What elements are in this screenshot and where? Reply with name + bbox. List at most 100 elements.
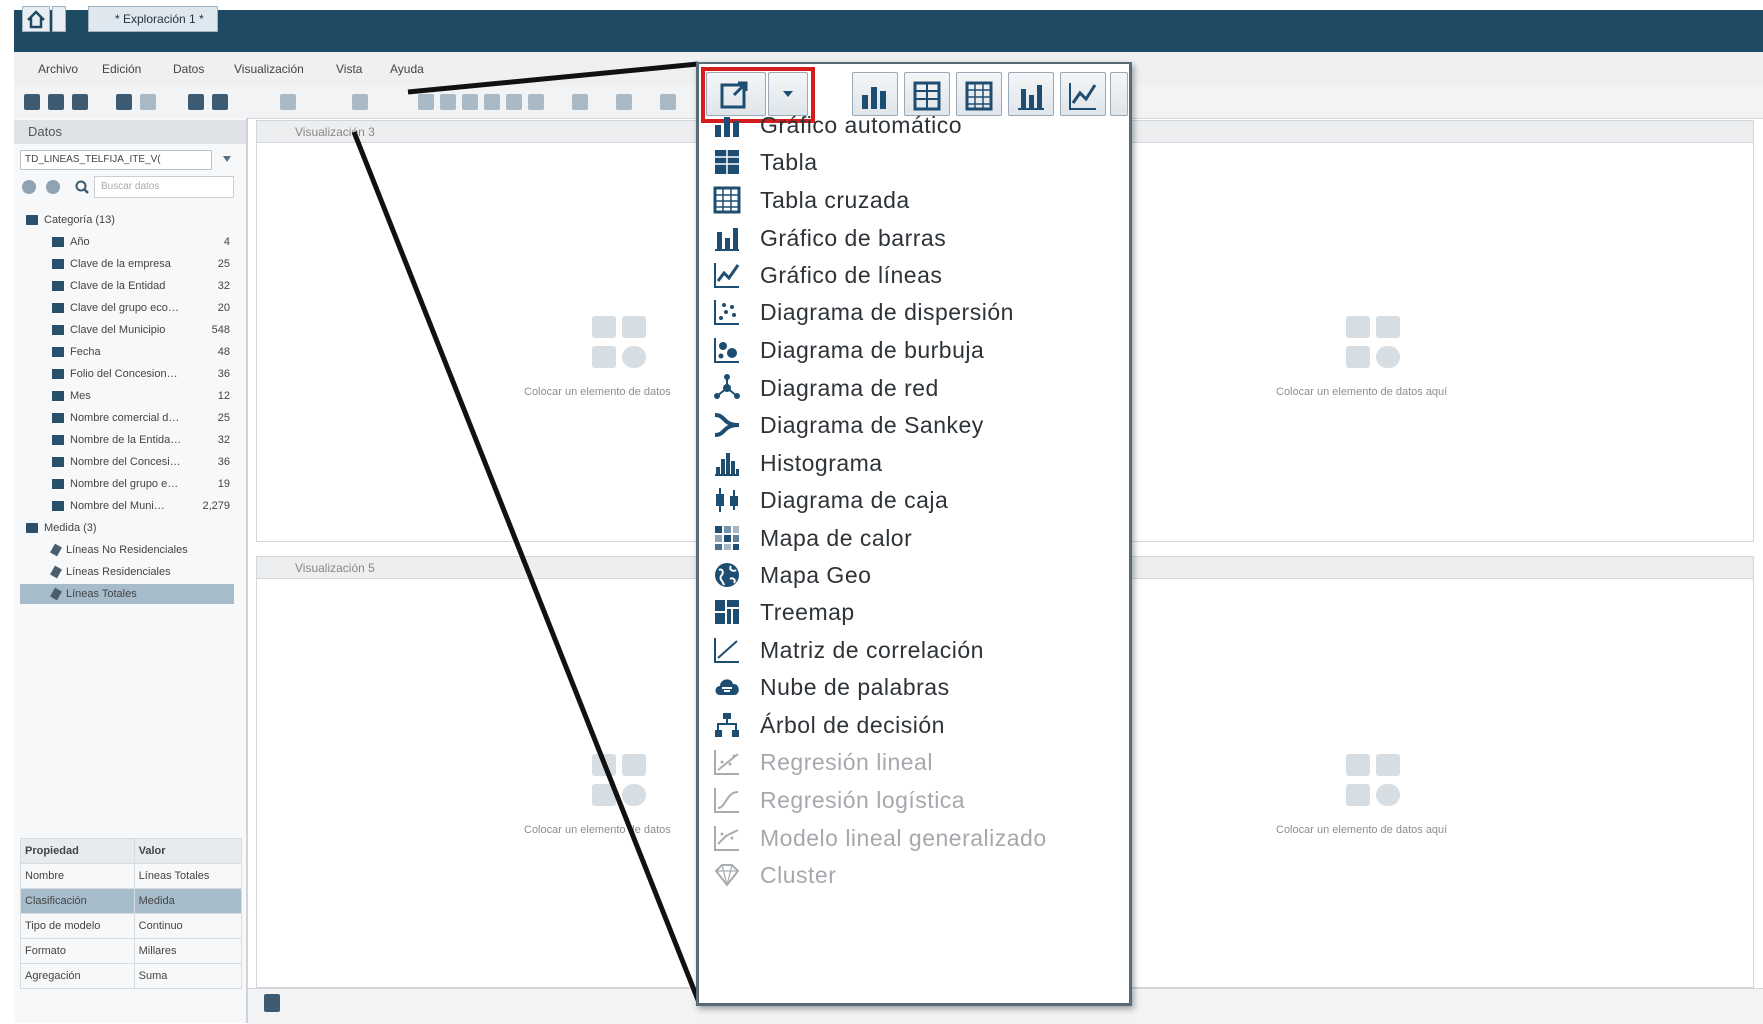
property-name: Agregación — [20, 963, 135, 989]
toolbar-network-icon[interactable] — [572, 94, 588, 110]
toolbar-histogram-icon[interactable] — [616, 94, 632, 110]
tree-item[interactable]: Líneas Totales — [20, 584, 234, 604]
property-value[interactable]: Continuo — [133, 913, 243, 939]
menu-archivo[interactable]: Archivo — [38, 62, 78, 76]
toolbar-more-icon[interactable] — [660, 94, 676, 110]
tree-item[interactable]: Líneas Residenciales — [20, 562, 234, 582]
data-source-select[interactable]: TD_LINEAS_TELFIJA_ITE_V( — [20, 150, 212, 170]
menu-item-heatmap[interactable]: Mapa de calor — [712, 518, 1122, 558]
menu-item-word-cloud[interactable]: Nube de palabras — [712, 667, 1122, 707]
tree-item[interactable]: Nombre del Concesi… 36 — [20, 452, 234, 472]
tree-item[interactable]: Clave de la empresa 25 — [20, 254, 234, 274]
menu-item-decision-tree[interactable]: Árbol de decisión — [712, 705, 1122, 745]
property-value[interactable]: Millares — [133, 938, 243, 964]
menu-item-glm[interactable]: Modelo lineal generalizado — [712, 818, 1122, 858]
tree-item[interactable]: Folio del Concesion… 36 — [20, 364, 234, 384]
menu-item-correlation[interactable]: Matriz de correlación — [712, 630, 1122, 670]
table-row[interactable]: Agregación Suma — [20, 963, 243, 989]
save-icon[interactable] — [72, 94, 88, 110]
data-source-options-icon[interactable] — [220, 152, 234, 168]
tree-group[interactable]: Categoría (13) — [20, 210, 234, 230]
tree-item[interactable]: Fecha 48 — [20, 342, 234, 362]
table-row[interactable]: Nombre Líneas Totales — [20, 863, 243, 889]
undo-icon[interactable] — [116, 94, 132, 110]
title-bar — [14, 10, 1763, 52]
menu-item-label: Gráfico de líneas — [760, 262, 943, 288]
home-icon[interactable] — [22, 6, 50, 32]
tree-item-label: Fecha — [70, 346, 101, 358]
menu-visualizacion[interactable]: Visualización — [234, 62, 304, 76]
tree-item-count: 25 — [217, 258, 230, 270]
tree-item[interactable]: Clave del Municipio 548 — [20, 320, 234, 340]
menu-item-bubble[interactable]: Diagrama de burbuja — [712, 330, 1122, 370]
tree-item[interactable]: Líneas No Residenciales — [20, 540, 234, 560]
new-visualization-icon[interactable] — [352, 94, 368, 110]
menu-item-sankey[interactable]: Diagrama de Sankey — [712, 405, 1122, 445]
menu-item-box-plot[interactable]: Diagrama de caja — [712, 480, 1122, 520]
menu-ayuda[interactable]: Ayuda — [390, 62, 424, 76]
tree-item[interactable]: Mes 12 — [20, 386, 234, 406]
table-row[interactable]: Formato Millares — [20, 938, 243, 964]
menu-item-label: Diagrama de caja — [760, 487, 949, 513]
tree-item-count: 20 — [217, 302, 230, 314]
menu-datos[interactable]: Datos — [173, 62, 204, 76]
menu-item-scatter[interactable]: Diagrama de dispersión — [712, 292, 1122, 332]
tree-item[interactable]: Nombre de la Entida… 32 — [20, 430, 234, 450]
menu-item-logistic-regression[interactable]: Regresión logística — [712, 780, 1122, 820]
tree-item[interactable]: Nombre del Muni… 2,279 — [20, 496, 234, 516]
toolbar-scatter-icon[interactable] — [528, 94, 544, 110]
data-icon[interactable] — [188, 94, 204, 110]
redo-icon[interactable] — [140, 94, 156, 110]
filter-icon[interactable] — [212, 94, 228, 110]
home-menu-chevron-icon[interactable] — [52, 6, 66, 32]
toolbar-crosstab-icon[interactable] — [462, 94, 478, 110]
open-icon[interactable] — [48, 94, 64, 110]
tree-item-label: Nombre del Concesi… — [70, 456, 181, 468]
tree-item-count: 48 — [217, 346, 230, 358]
tree-group[interactable]: Medida (3) — [20, 518, 234, 538]
menu-item-crosstab[interactable]: Tabla cruzada — [712, 180, 1122, 220]
property-value[interactable]: Suma — [133, 963, 243, 989]
folder-icon — [26, 523, 38, 534]
toolbar-line-chart-icon[interactable] — [506, 94, 522, 110]
menu-item-table[interactable]: Tabla — [712, 142, 1122, 182]
menu-item-geo-map[interactable]: Mapa Geo — [712, 555, 1122, 595]
menu-edicion[interactable]: Edición — [102, 62, 141, 76]
menu-item-treemap[interactable]: Treemap — [712, 592, 1122, 632]
tree-item[interactable]: Clave de la Entidad 32 — [20, 276, 234, 296]
new-data-item-icon[interactable] — [22, 180, 36, 194]
document-tab[interactable]: * Exploración 1 * — [88, 6, 218, 32]
tree-item-label: Nombre de la Entida… — [70, 434, 182, 446]
menu-item-auto-chart[interactable]: Gráfico automático — [712, 105, 1122, 145]
menu-item-cluster[interactable]: Cluster — [712, 855, 1122, 895]
menu-vista[interactable]: Vista — [336, 62, 362, 76]
category-icon — [52, 281, 64, 292]
data-search-input[interactable]: Buscar datos — [94, 176, 234, 198]
menu-item-bar-chart[interactable]: Gráfico de barras — [712, 218, 1122, 258]
menu-item-line-chart[interactable]: Gráfico de líneas — [712, 255, 1122, 295]
tree-item[interactable]: Nombre comercial d… 25 — [20, 408, 234, 428]
menu-item-linear-regression[interactable]: Regresión lineal — [712, 742, 1122, 782]
hierarchy-icon[interactable] — [46, 180, 60, 194]
tree-item[interactable]: Clave del grupo eco… 20 — [20, 298, 234, 318]
table-row[interactable]: Tipo de modelo Continuo — [20, 913, 243, 939]
table-row[interactable]: Clasificación Medida — [20, 888, 243, 914]
details-toggle-icon[interactable] — [264, 994, 280, 1012]
tree-item[interactable]: Año 4 — [20, 232, 234, 252]
properties-header-property: Propiedad — [20, 838, 135, 864]
tree-item-count: 36 — [217, 456, 230, 468]
glm-icon — [712, 824, 742, 852]
new-exploration-icon[interactable] — [24, 94, 40, 110]
menu-item-label: Mapa de calor — [760, 525, 913, 551]
property-value[interactable]: Medida — [133, 888, 243, 914]
drop-hint-text: Colocar un elemento de datos — [524, 386, 671, 398]
pointer-icon[interactable] — [280, 94, 296, 110]
menu-item-network[interactable]: Diagrama de red — [712, 368, 1122, 408]
toolbar-auto-chart-icon[interactable] — [418, 94, 434, 110]
tree-item[interactable]: Nombre del grupo e… 19 — [20, 474, 234, 494]
menu-item-histogram[interactable]: Histograma — [712, 443, 1122, 483]
table-icon — [712, 148, 742, 176]
toolbar-table-icon[interactable] — [440, 94, 456, 110]
toolbar-bar-chart-icon[interactable] — [484, 94, 500, 110]
property-value[interactable]: Líneas Totales — [133, 863, 243, 889]
